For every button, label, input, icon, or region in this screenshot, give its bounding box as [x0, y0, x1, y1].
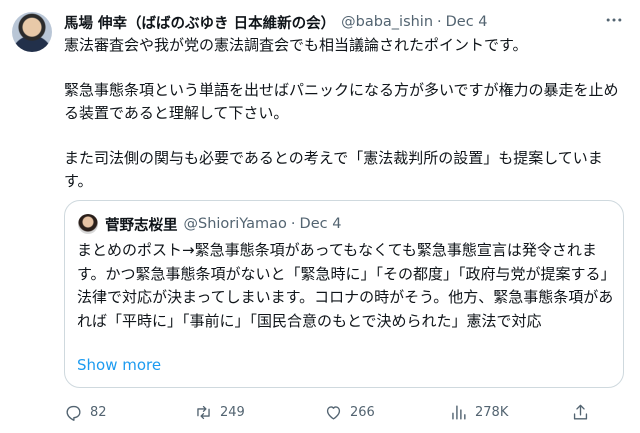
author-avatar[interactable]	[12, 12, 52, 52]
author-handle[interactable]: @baba_ishin	[341, 14, 433, 30]
show-more-link[interactable]: Show more	[77, 356, 161, 374]
reply-count: 82	[90, 405, 107, 420]
share-button[interactable]	[571, 403, 597, 422]
separator-dot: ·	[290, 216, 296, 232]
quoted-avatar	[78, 214, 98, 234]
like-count: 266	[350, 405, 375, 420]
views-count: 278K	[475, 405, 509, 420]
reply-icon	[66, 405, 81, 421]
action-bar: 82 249 266 278K	[64, 403, 624, 425]
quoted-author-handle: @ShioriYamao	[183, 216, 287, 232]
reply-button[interactable]: 82	[64, 403, 107, 422]
quoted-text: まとめのポスト→緊急事態条項があってもなくても緊急事態宣言は発令されます。かつ緊…	[77, 241, 616, 330]
separator-dot: ·	[437, 14, 442, 30]
quoted-header: 菅野志桜里 @ShioriYamao · Dec 4	[105, 213, 341, 235]
tweet-paragraph: 緊急事態条項という単語を出せばパニックになる方が多いですが権力の暴走を止める装置…	[64, 81, 619, 122]
repost-icon	[197, 405, 210, 420]
like-button[interactable]: 266	[324, 403, 375, 422]
views-icon	[452, 405, 466, 420]
more-icon[interactable]	[604, 10, 624, 35]
tweet-paragraph: また司法側の関与も必要であるとの考えで「憲法裁判所の設置」も提案しています。	[64, 149, 603, 190]
like-icon	[326, 406, 341, 420]
views-button[interactable]: 278K	[449, 403, 508, 422]
tweet-header: 馬場 伸幸（ばばのぶゆき 日本維新の会） @baba_ishin · Dec 4	[64, 12, 488, 32]
quoted-author-name: 菅野志桜里	[105, 217, 178, 234]
tweet-paragraph: 憲法審査会や我が党の憲法調査会でも相当議論されたポイントです。	[64, 36, 528, 54]
tweet-date[interactable]: Dec 4	[446, 14, 488, 30]
tweet-text: 憲法審査会や我が党の憲法調査会でも相当議論されたポイントです。 緊急事態条項とい…	[64, 34, 624, 215]
share-icon	[573, 404, 588, 420]
repost-count: 249	[220, 405, 245, 420]
repost-button[interactable]: 249	[194, 403, 245, 422]
author-name[interactable]: 馬場 伸幸（ばばのぶゆき 日本維新の会）	[64, 12, 335, 33]
quoted-date: Dec 4	[299, 216, 342, 232]
quoted-tweet-card[interactable]: 菅野志桜里 @ShioriYamao · Dec 4 まとめのポスト→緊急事態条…	[64, 200, 624, 388]
